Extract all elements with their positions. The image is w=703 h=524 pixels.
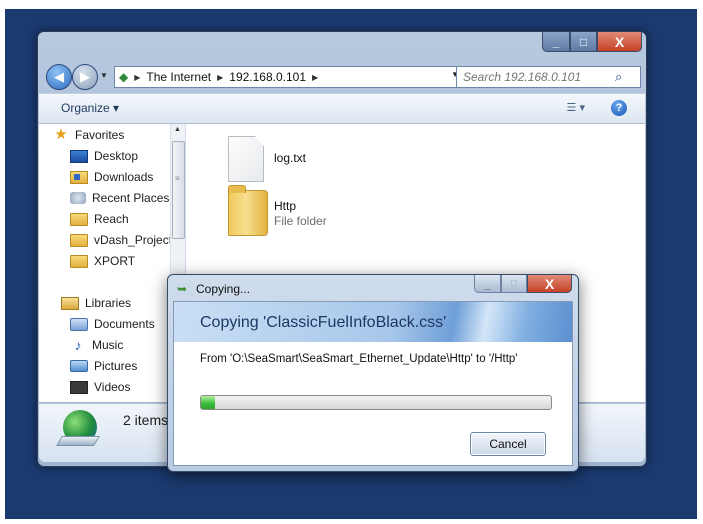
copy-progress-bar [200,395,552,410]
text-file-icon [228,136,264,182]
sidebar-item-music[interactable]: ♪ Music [70,337,124,353]
scrollbar-thumb[interactable] [172,141,185,239]
scroll-grip-icon: ≡ [175,174,180,183]
navigation-pane: ★ Favorites Desktop Downloads Recent Pla… [39,124,186,402]
libraries-icon [61,296,79,310]
help-icon[interactable]: ? [611,100,627,116]
sidebar-label: Reach [94,212,129,226]
copy-dialog: ➥ Copying... _ □ X Copying 'ClassicFuelI… [167,274,579,472]
maximize-button[interactable]: □ [570,32,597,52]
sidebar-libraries[interactable]: Libraries [61,296,131,310]
folder-icon [70,254,88,268]
dialog-title: Copying... [196,282,251,296]
dialog-banner: Copying 'ClassicFuelInfoBlack.css' [174,302,572,342]
item-count: 2 items [123,412,169,428]
sidebar-item-recent-places[interactable]: Recent Places [70,191,169,205]
window-controls: _ □ X [542,32,642,52]
sidebar-label: XPORT [94,254,136,268]
search-icon[interactable]: ⌕ [615,69,622,85]
dialog-maximize-button: □ [501,275,527,293]
documents-icon [70,317,88,331]
copy-source-destination: From 'O:\SeaSmart\SeaSmart_Ethernet_Upda… [200,353,518,365]
sidebar-label: Favorites [75,128,125,142]
sidebar-label: Downloads [94,170,154,184]
file-name: Http [274,199,297,213]
folder-icon [70,212,88,226]
sidebar-item-desktop[interactable]: Desktop [70,149,138,163]
sidebar-label: Videos [94,380,131,394]
network-location-icon [63,410,97,444]
dialog-window-controls: _ □ X [474,275,572,293]
copy-progress-icon: ➥ [177,282,188,296]
sidebar-label: vDash_Projects [94,233,179,247]
sidebar-item-documents[interactable]: Documents [70,317,155,331]
search-input[interactable] [461,69,615,85]
sidebar-item-vdash-projects[interactable]: vDash_Projects [70,233,178,247]
breadcrumb-separator-icon[interactable]: ▶ [312,73,318,82]
breadcrumb-ip-address[interactable]: 192.168.0.101 [229,70,306,84]
change-view-icon[interactable]: ☰ ▾ [567,101,585,114]
copy-heading: Copying 'ClassicFuelInfoBlack.css' [200,314,447,331]
navigation-bar: ◀ ▶ ▼ ◆ ▶ The Internet ▶ 192.168.0.101 ▶… [44,64,641,90]
pictures-icon [70,360,88,372]
sidebar-item-downloads[interactable]: Downloads [70,170,153,184]
address-bar[interactable]: ◆ ▶ The Internet ▶ 192.168.0.101 ▶ ▼ ↻ [114,66,478,88]
dialog-body: Copying 'ClassicFuelInfoBlack.css' From … [173,301,573,466]
breadcrumb-separator-icon[interactable]: ▶ [134,73,140,82]
sidebar-item-reach[interactable]: Reach [70,212,129,226]
recent-pages-dropdown-icon[interactable]: ▼ [100,71,108,80]
desktop-icon [70,149,88,163]
music-icon: ♪ [74,337,82,353]
network-icon: ◆ [119,70,129,84]
command-bar: Organize ▾ ☰ ▾ ? [39,93,645,124]
sidebar-label: Libraries [85,296,132,310]
recent-places-icon [70,192,86,204]
breadcrumb-the-internet[interactable]: The Internet [146,70,211,84]
sidebar-item-pictures[interactable]: Pictures [70,359,137,373]
sidebar-label: Documents [94,317,155,331]
organize-menu-button[interactable]: Organize ▾ [61,101,119,115]
sidebar-label: Pictures [94,359,138,373]
dialog-minimize-button[interactable]: _ [474,275,501,293]
folder-icon [70,233,88,247]
file-type: File folder [274,214,327,228]
star-icon: ★ [54,126,68,143]
back-button[interactable]: ◀ [46,64,72,90]
sidebar-label: Recent Places [92,191,170,205]
file-name: log.txt [274,151,307,165]
dialog-close-button[interactable]: X [527,275,572,293]
videos-icon [70,380,88,394]
forward-button[interactable]: ▶ [72,64,98,90]
breadcrumb-separator-icon[interactable]: ▶ [217,73,223,82]
progress-fill [201,396,215,409]
folder-icon [228,185,268,236]
sidebar-label: Desktop [94,149,139,163]
search-box[interactable]: ⌕ [456,66,641,88]
sidebar-favorites[interactable]: ★ Favorites [53,126,125,143]
scroll-up-icon[interactable]: ▲ [174,126,181,133]
sidebar-item-xport[interactable]: XPORT [70,254,135,268]
close-button[interactable]: X [597,32,642,52]
minimize-button[interactable]: _ [542,32,570,52]
downloads-folder-icon [70,170,88,184]
sidebar-label: Music [92,338,124,352]
cancel-button[interactable]: Cancel [470,432,546,456]
sidebar-item-videos[interactable]: Videos [70,380,130,394]
